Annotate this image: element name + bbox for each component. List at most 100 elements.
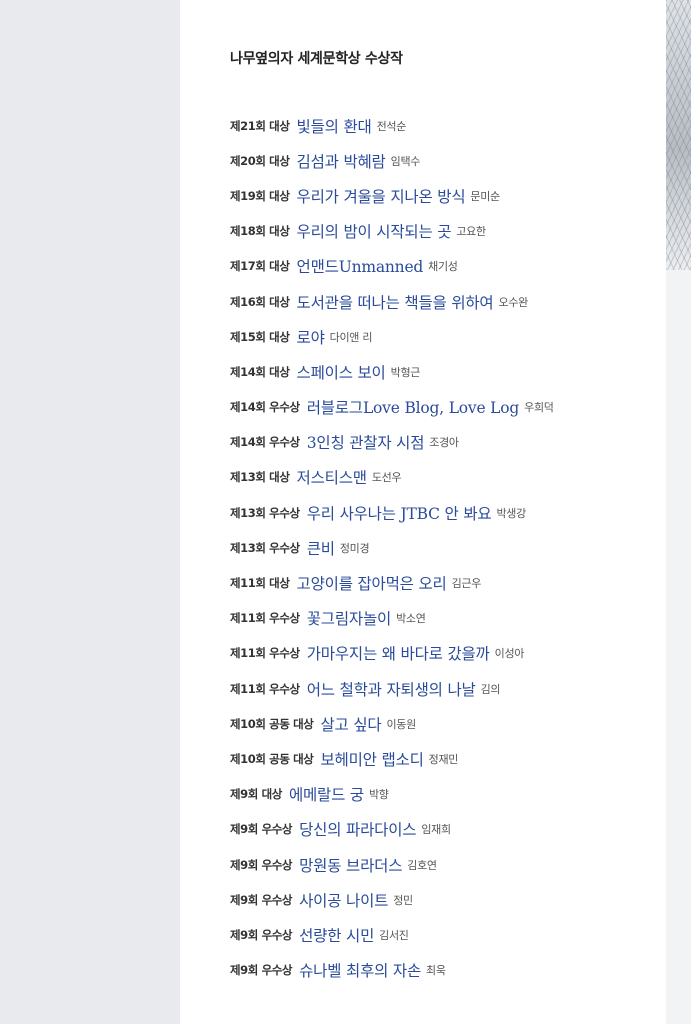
award-row: 제10회 공동 대상 보헤미안 랩소디 정재민 <box>230 741 660 776</box>
award-edition: 제14회 우수상 <box>230 435 300 450</box>
award-row: 제15회 대상 로야 다이앤 리 <box>230 319 660 354</box>
author-name: 김호연 <box>407 858 437 872</box>
award-edition: 제18회 대상 <box>230 224 290 239</box>
award-row: 제9회 우수상 당신의 파라다이스 임재희 <box>230 812 660 847</box>
award-edition: 제10회 공동 대상 <box>230 751 314 766</box>
author-name: 정미경 <box>339 541 370 555</box>
book-title-link[interactable]: 꽃그림자놀이 <box>307 607 392 629</box>
award-row: 제14회 대상 스페이스 보이 박형근 <box>230 354 660 389</box>
book-title-link[interactable]: 당신의 파라다이스 <box>299 818 416 840</box>
award-edition: 제9회 우수상 <box>230 822 293 837</box>
award-edition: 제10회 공동 대상 <box>230 716 314 731</box>
award-edition: 제14회 우수상 <box>230 400 300 415</box>
award-list: 제21회 대상 빛들의 환대 전석순제20회 대상 김섬과 박혜람 임택수제19회 대상… <box>230 108 660 988</box>
author-name: 채기성 <box>428 260 458 274</box>
author-name: 문미순 <box>470 189 500 203</box>
award-edition: 제16회 대상 <box>230 294 290 309</box>
award-edition: 제11회 우수상 <box>230 681 300 696</box>
book-title-link[interactable]: 스페이스 보이 <box>297 361 386 383</box>
author-name: 임택수 <box>390 154 421 168</box>
award-row: 제13회 대상 저스티스맨 도선우 <box>230 460 660 495</box>
author-name: 박형근 <box>390 365 421 379</box>
author-name: 박생강 <box>496 506 526 520</box>
book-title-link[interactable]: 러블로그Love Blog, Love Log <box>307 396 520 418</box>
book-title-link[interactable]: 사이공 나이트 <box>299 889 388 911</box>
book-title-link[interactable]: 우리의 밤이 시작되는 곳 <box>297 220 452 242</box>
book-title-link[interactable]: 언맨드Unmanned <box>297 255 424 277</box>
award-row: 제9회 우수상 사이공 나이트 정민 <box>230 882 660 917</box>
award-edition: 제15회 대상 <box>230 329 290 344</box>
book-title-link[interactable]: 고양이를 잡아먹은 오리 <box>297 572 447 594</box>
book-title-link[interactable]: 저스티스맨 <box>297 466 368 488</box>
content-page: 나무옆의자 세계문학상 수상작 제21회 대상 빛들의 환대 전석순 제20회 대상 김… <box>180 0 666 1024</box>
author-name: 박향 <box>368 788 389 802</box>
award-row: 제13회 우수상 우리 사우나는 JTBC 안 봐요 박생강 <box>230 495 660 530</box>
award-row: 제14회 우수상 러블로그Love Blog, Love Log 우희덕 <box>230 390 660 425</box>
award-edition: 제13회 우수상 <box>230 505 300 520</box>
book-title-link[interactable]: 3인칭 관찰자 시점 <box>307 431 425 453</box>
book-title-link[interactable]: 선량한 시민 <box>299 924 374 946</box>
author-name: 고요한 <box>456 225 486 239</box>
award-row: 제20회 대상 김섬과 박혜람 임택수 <box>230 143 660 178</box>
book-title-link[interactable]: 에메랄드 궁 <box>289 783 364 805</box>
award-row: 제9회 대상 에메랄드 궁 박향 <box>230 777 660 812</box>
award-edition: 제14회 대상 <box>230 364 290 379</box>
award-row: 제11회 대상 고양이를 잡아먹은 오리 김근우 <box>230 565 660 600</box>
book-title-link[interactable]: 살고 싶다 <box>321 713 382 735</box>
author-name: 정재민 <box>428 752 459 766</box>
author-name: 정민 <box>393 893 413 907</box>
award-row: 제10회 공동 대상 살고 싶다 이동원 <box>230 706 660 741</box>
award-edition: 제9회 우수상 <box>230 963 293 978</box>
award-edition: 제11회 대상 <box>230 576 290 591</box>
book-title-link[interactable]: 빛들의 환대 <box>297 115 372 137</box>
right-margin <box>666 270 691 1024</box>
author-name: 조경아 <box>429 436 459 450</box>
book-title-link[interactable]: 도서관을 떠나는 책들을 위하여 <box>297 291 494 313</box>
book-title-link[interactable]: 슈나벨 최후의 자손 <box>299 959 421 981</box>
author-name: 다이앤 리 <box>329 330 373 344</box>
award-edition: 제9회 대상 <box>230 787 282 802</box>
award-row: 제11회 우수상 어느 철학과 자퇴생의 나날 김의 <box>230 671 660 706</box>
book-title-link[interactable]: 우리 사우나는 JTBC 안 봐요 <box>307 502 492 524</box>
award-row: 제17회 대상 언맨드Unmanned 채기성 <box>230 249 660 284</box>
award-edition: 제11회 우수상 <box>230 611 300 626</box>
winter-tree-photo <box>666 0 691 270</box>
award-edition: 제9회 우수상 <box>230 927 293 942</box>
page-title: 나무옆의자 세계문학상 수상작 <box>230 51 403 67</box>
book-title-link[interactable]: 우리가 겨울을 지나온 방식 <box>297 185 466 207</box>
book-title-link[interactable]: 어느 철학과 자퇴생의 나날 <box>307 678 476 700</box>
book-title-link[interactable]: 가마우지는 왜 바다로 갔을까 <box>307 642 490 664</box>
author-name: 이성아 <box>494 647 525 661</box>
award-edition: 제9회 우수상 <box>230 892 293 907</box>
award-edition: 제21회 대상 <box>230 118 290 133</box>
author-name: 도선우 <box>371 471 402 485</box>
book-title-link[interactable]: 망원동 브라더스 <box>299 854 402 876</box>
award-edition: 제19회 대상 <box>230 188 290 203</box>
author-name: 전석순 <box>376 119 407 133</box>
award-edition: 제9회 우수상 <box>230 857 293 872</box>
left-margin <box>0 0 180 1024</box>
author-name: 임재희 <box>421 823 451 837</box>
book-title-link[interactable]: 큰비 <box>307 537 335 559</box>
award-row: 제9회 우수상 선량한 시민 김서진 <box>230 917 660 952</box>
book-title-link[interactable]: 보헤미안 랩소디 <box>321 748 424 770</box>
award-row: 제19회 대상 우리가 겨울을 지나온 방식 문미순 <box>230 178 660 213</box>
award-row: 제18회 대상 우리의 밤이 시작되는 곳 고요한 <box>230 214 660 249</box>
author-name: 김서진 <box>379 928 409 942</box>
author-name: 박소연 <box>396 612 426 626</box>
book-title-link[interactable]: 로야 <box>297 326 325 348</box>
book-title-link[interactable]: 김섬과 박혜람 <box>297 150 386 172</box>
award-row: 제16회 대상 도서관을 떠나는 책들을 위하여 오수완 <box>230 284 660 319</box>
author-name: 오수완 <box>498 295 529 309</box>
author-name: 최욱 <box>426 964 446 978</box>
award-row: 제11회 우수상 가마우지는 왜 바다로 갔을까 이성아 <box>230 636 660 671</box>
award-row: 제14회 우수상 3인칭 관찰자 시점 조경아 <box>230 425 660 460</box>
author-name: 우희덕 <box>524 401 554 415</box>
award-edition: 제13회 대상 <box>230 470 290 485</box>
award-row: 제9회 우수상 슈나벨 최후의 자손 최욱 <box>230 953 660 988</box>
award-edition: 제11회 우수상 <box>230 646 300 661</box>
award-row: 제21회 대상 빛들의 환대 전석순 <box>230 108 660 143</box>
award-row: 제11회 우수상 꽃그림자놀이 박소연 <box>230 601 660 636</box>
award-edition: 제20회 대상 <box>230 153 290 168</box>
author-name: 김근우 <box>451 577 482 591</box>
